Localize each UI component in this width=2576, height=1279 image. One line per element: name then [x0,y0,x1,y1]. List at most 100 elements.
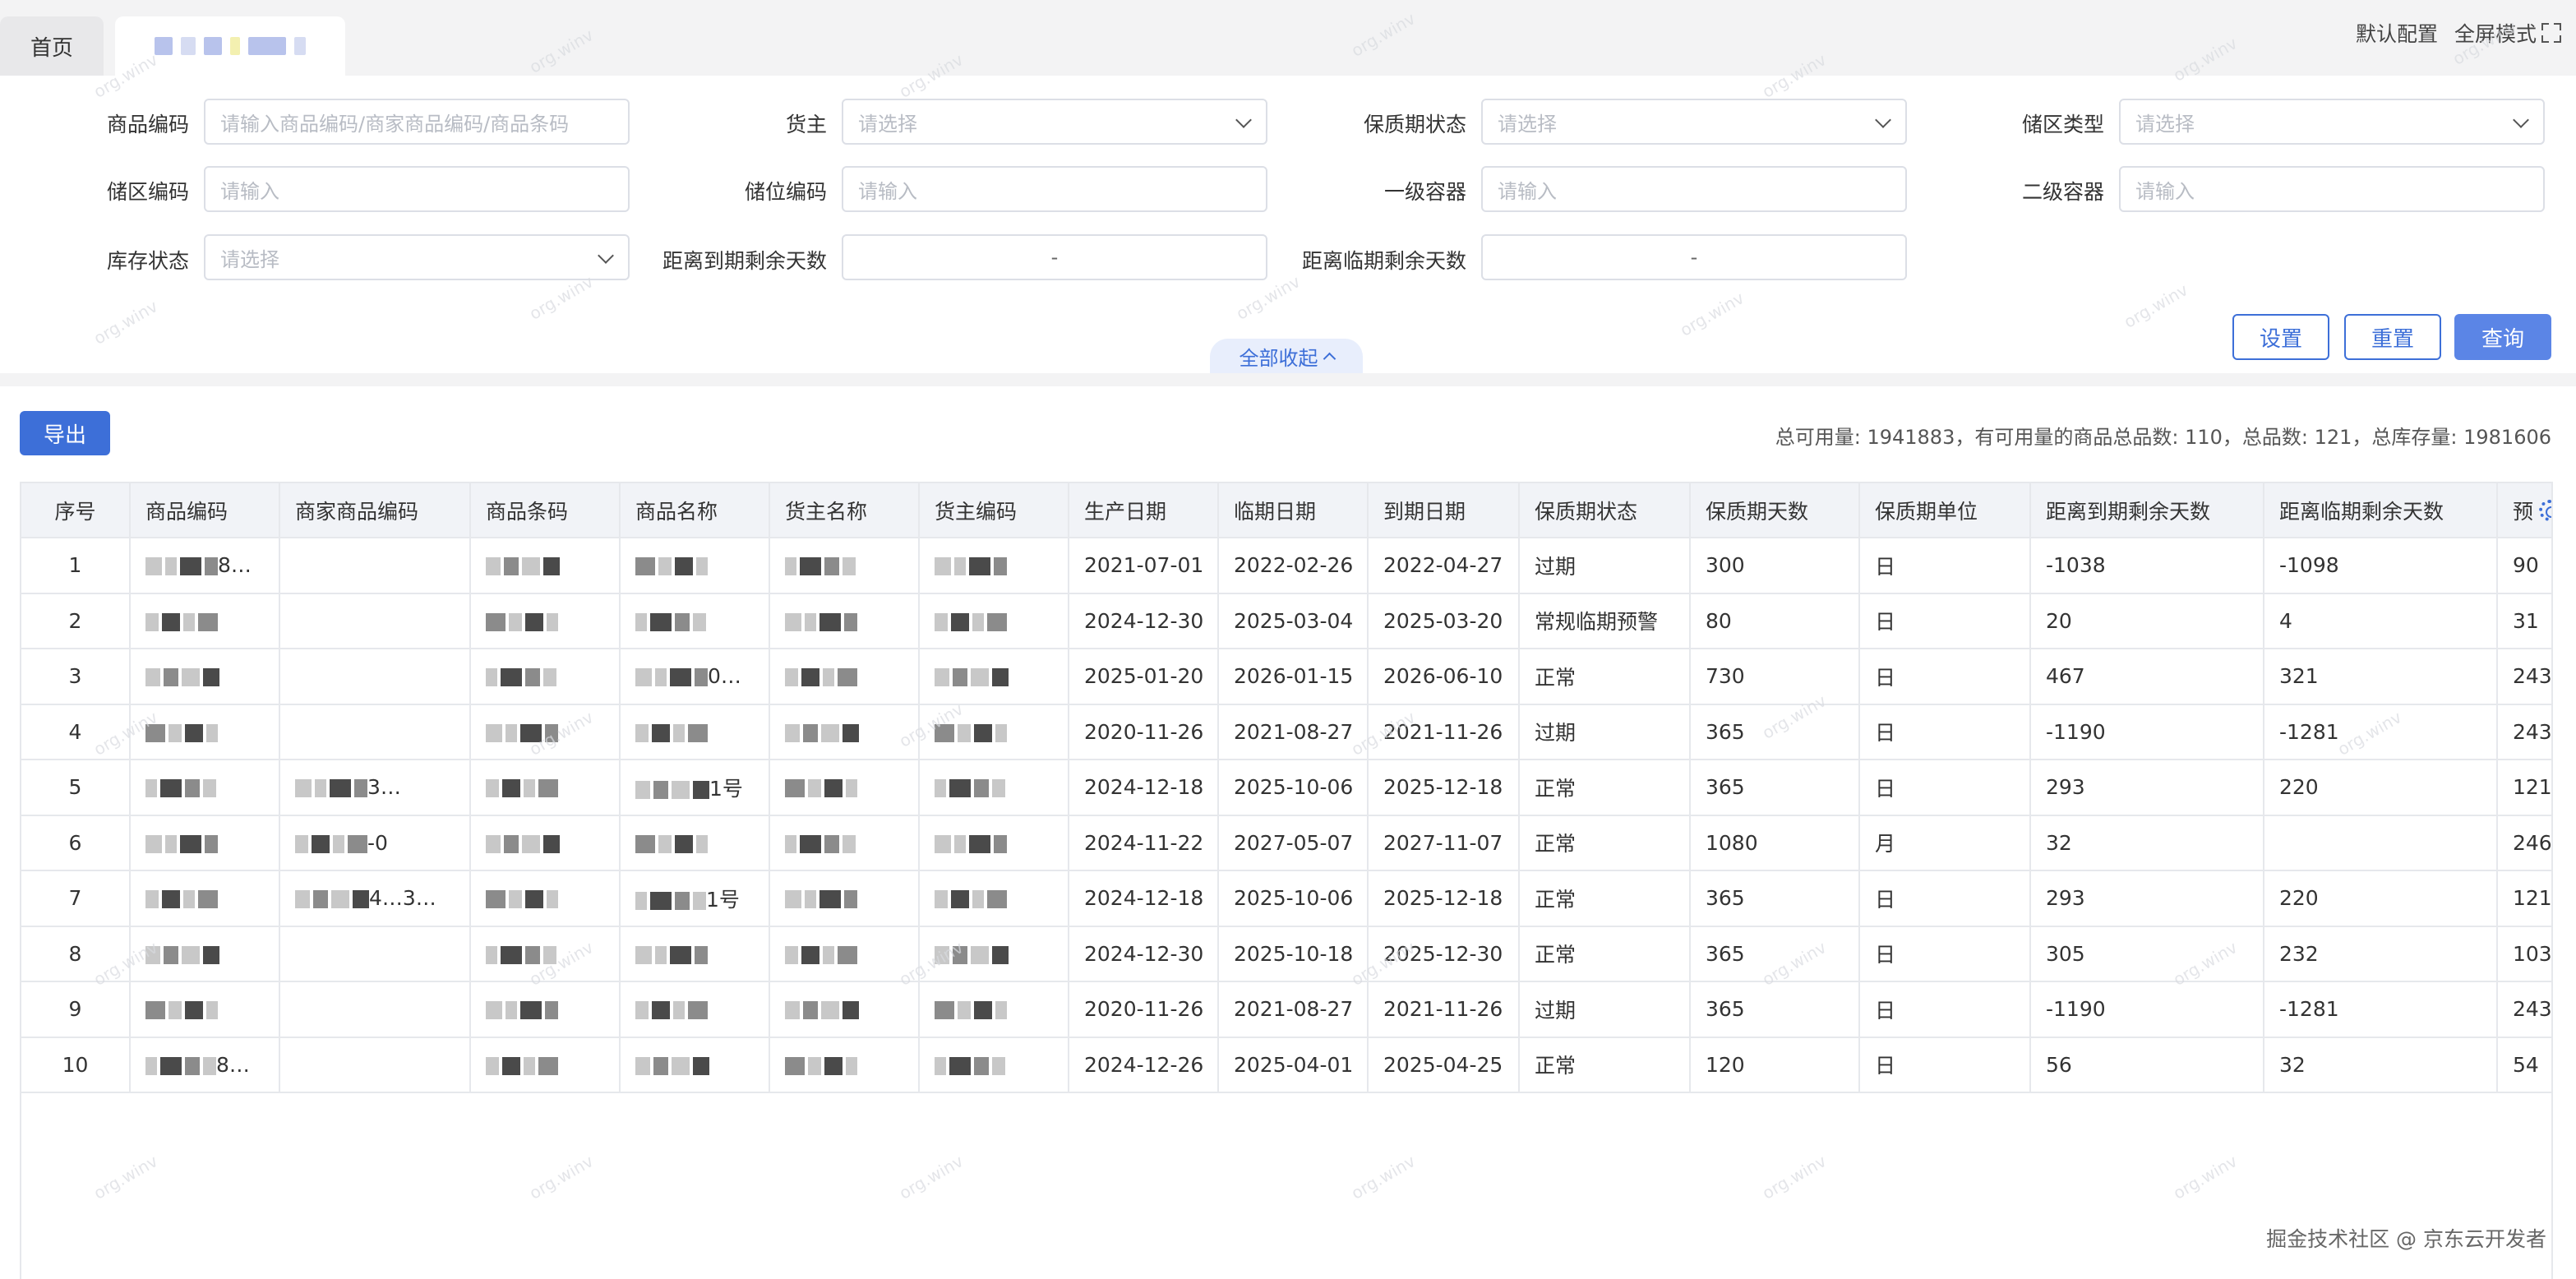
gear-icon[interactable] [2539,500,2551,521]
merchant-code-cell: 4…3… [279,870,471,927]
query-button[interactable]: 查询 [2454,314,2551,360]
table-row[interactable]: 1 8… 2021-07-01 2022-02-26 2022-04-27 过期 300 日 -… [21,538,2551,594]
filter-label-zone-type: 储区类型 [2021,113,2104,136]
column-header[interactable]: 货主名称 [769,483,920,538]
column-header[interactable]: 生产日期 [1069,483,1219,538]
status-cell: 正常 [1519,815,1691,871]
extra-cell: 121 [2497,760,2551,816]
row-index: 5 [21,760,131,816]
shelf-status-placeholder: 请选择 [1498,112,1557,136]
collapse-all-label: 全部收起 [1239,346,1318,370]
table-row[interactable]: 7 4…3… 1号 2024-12-18 2025-10-06 2025-12-18 正常 3… [21,870,2551,927]
to-near-cell: -1281 [2264,981,2498,1038]
redacted-text [295,778,367,798]
status-cell: 常规临期预警 [1519,593,1691,649]
column-header[interactable]: 保质期单位 [1859,483,2031,538]
table-row[interactable]: 8 2024-12-30 2025-10-18 2025-12-30 正常 365 日 305… [21,926,2551,982]
redacted-text [486,723,558,743]
owner-code-cell [919,538,1069,594]
row-index: 8 [21,926,131,982]
to-expire-cell: 293 [2030,870,2264,927]
redacted-text [145,612,218,632]
owner-name-cell [769,870,920,927]
merchant-code-cell [279,649,471,705]
near-cell: 2025-04-01 [1218,1037,1369,1093]
extra-cell: 246 [2497,815,2551,871]
product-name-cell [620,815,770,871]
filter-label-sku-code: 商品编码 [106,113,189,136]
near-cell: 2026-01-15 [1218,649,1369,705]
table-row[interactable]: 4 2020-11-26 2021-08-27 2021-11-26 过期 365 日 -11… [21,704,2551,760]
cell-text: 8… [218,553,252,578]
filter-label-location-code: 储位编码 [744,180,827,204]
redacted-text [935,667,1009,687]
table-row[interactable]: 6 -0 2024-11-22 2027-05-07 2027-11-07 正常 1080 月… [21,815,2551,871]
sku-code-input[interactable]: 请输入商品编码/商家商品编码/商品条码 [204,99,630,145]
days-cell: 300 [1690,538,1860,594]
column-header[interactable]: 距离临期剩余天数 [2264,483,2498,538]
tab-home[interactable]: 首页 [0,16,104,76]
tab-current-page[interactable] [115,16,345,76]
status-cell: 正常 [1519,649,1691,705]
default-config-link[interactable]: 默认配置 [2356,18,2438,48]
table-row[interactable]: 10 8… 2024-12-26 2025-04-01 2025-04-25 正常 120 日… [21,1037,2551,1093]
to-expire-cell: 293 [2030,760,2264,816]
export-button[interactable]: 导出 [20,411,110,455]
column-header[interactable]: 商家商品编码 [279,483,471,538]
prod-cell: 2025-01-20 [1069,649,1219,705]
fullscreen-link[interactable]: 全屏模式 [2454,18,2561,48]
row-index: 7 [21,870,131,927]
status-cell: 正常 [1519,870,1691,927]
reset-button[interactable]: 重置 [2344,314,2441,360]
extra-cell: 243 [2497,981,2551,1038]
near-cell: 2027-05-07 [1218,815,1369,871]
table-row[interactable]: 5 3… 1号 2024-12-18 2025-10-06 2025-12-18 正常 365… [21,760,2551,816]
column-header[interactable]: 保质期状态 [1519,483,1691,538]
days-to-expiry-range[interactable]: - [842,234,1267,280]
stock-status-select[interactable]: 请选择 [204,234,630,280]
status-cell: 正常 [1519,1037,1691,1093]
barcode-cell [470,593,621,649]
prod-cell: 2021-07-01 [1069,538,1219,594]
column-header[interactable]: 商品名称 [620,483,770,538]
zone-code-input[interactable]: 请输入 [204,166,630,212]
days-cell: 730 [1690,649,1860,705]
owner-name-cell [769,649,920,705]
to-expire-cell: -1190 [2030,704,2264,760]
product-name-cell [620,981,770,1038]
sku-code-cell: 8… [130,1037,280,1093]
column-header[interactable]: 距离到期剩余天数 [2030,483,2264,538]
status-cell: 过期 [1519,538,1691,594]
merchant-code-cell [279,1037,471,1093]
days-to-near-expiry-range[interactable]: - [1481,234,1907,280]
owner-select[interactable]: 请选择 [842,99,1267,145]
table-row[interactable]: 3 0… 2025-01-20 2026-01-15 2026-06-10 正常 730 日 4… [21,649,2551,705]
redacted-text [145,556,218,576]
unit-cell: 日 [1859,649,2031,705]
to-near-cell [2264,815,2498,871]
container1-input[interactable]: 请输入 [1481,166,1907,212]
shelf-status-select[interactable]: 请选择 [1481,99,1907,145]
sku-code-cell: 8… [130,538,280,594]
zone-type-select[interactable]: 请选择 [2119,99,2545,145]
column-header[interactable]: 临期日期 [1218,483,1369,538]
collapse-all-toggle[interactable]: 全部收起 [1210,339,1363,373]
barcode-cell [470,704,621,760]
prod-cell: 2024-11-22 [1069,815,1219,871]
redacted-text [635,780,709,800]
section-divider [0,373,2576,386]
container2-input[interactable]: 请输入 [2119,166,2545,212]
column-header[interactable]: 到期日期 [1368,483,1520,538]
column-header[interactable]: 预 [2497,483,2551,538]
owner-code-cell [919,815,1069,871]
near-cell: 2025-03-04 [1218,593,1369,649]
column-header[interactable]: 保质期天数 [1690,483,1860,538]
column-header[interactable]: 序号 [21,483,131,538]
table-row[interactable]: 2 2024-12-30 2025-03-04 2025-03-20 常规临期预警 80 日… [21,593,2551,649]
table-row[interactable]: 9 2020-11-26 2021-08-27 2021-11-26 过期 365 日 -11… [21,981,2551,1038]
column-header[interactable]: 商品条码 [470,483,621,538]
column-header[interactable]: 货主编码 [919,483,1069,538]
location-code-input[interactable]: 请输入 [842,166,1267,212]
column-header[interactable]: 商品编码 [130,483,280,538]
settings-button[interactable]: 设置 [2232,314,2329,360]
